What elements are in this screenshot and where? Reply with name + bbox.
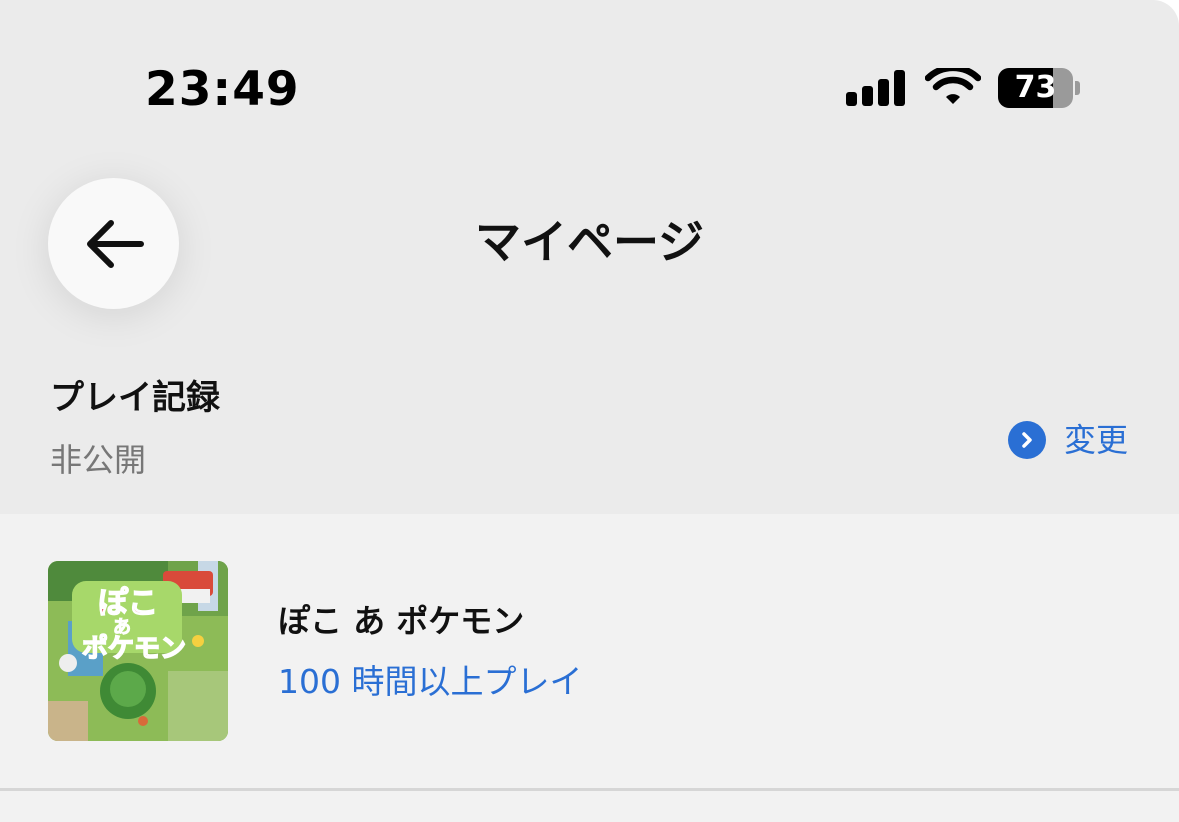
change-visibility-link[interactable]: 変更: [1008, 420, 1128, 460]
wifi-icon: [925, 68, 981, 104]
chevron-right-circle-icon: [1008, 421, 1046, 459]
game-title: ぽこ あ ポケモン: [278, 602, 525, 640]
status-time: 23:49: [145, 62, 300, 117]
battery-icon: 73: [998, 68, 1073, 108]
game-playtime: 100 時間以上プレイ: [278, 662, 583, 701]
my-page-screen: 23:49 73 マイページ プレイ記録 非公開 変更 ぽこ あ ポケモン ぽこ…: [0, 0, 1179, 822]
game-list-item[interactable]: ぽこ あ ポケモン ぽこ あ ポケモン 100 時間以上プレイ: [0, 514, 1179, 788]
play-record-title: プレイ記録: [50, 378, 220, 418]
svg-text:ポケモン: ポケモン: [82, 633, 186, 664]
game-list: ぽこ あ ポケモン ぽこ あ ポケモン 100 時間以上プレイ: [0, 514, 1179, 822]
game-cover-art: ぽこ あ ポケモン: [48, 561, 228, 741]
svg-text:ぽこ: ぽこ: [98, 586, 158, 621]
cellular-signal-icon: [846, 70, 906, 106]
change-label: 変更: [1064, 421, 1129, 459]
play-record-visibility: 非公開: [50, 441, 147, 479]
list-divider: [0, 788, 1179, 791]
battery-cap: [1075, 81, 1080, 95]
page-title: マイページ: [474, 215, 705, 269]
battery-level: 73: [1014, 70, 1057, 105]
